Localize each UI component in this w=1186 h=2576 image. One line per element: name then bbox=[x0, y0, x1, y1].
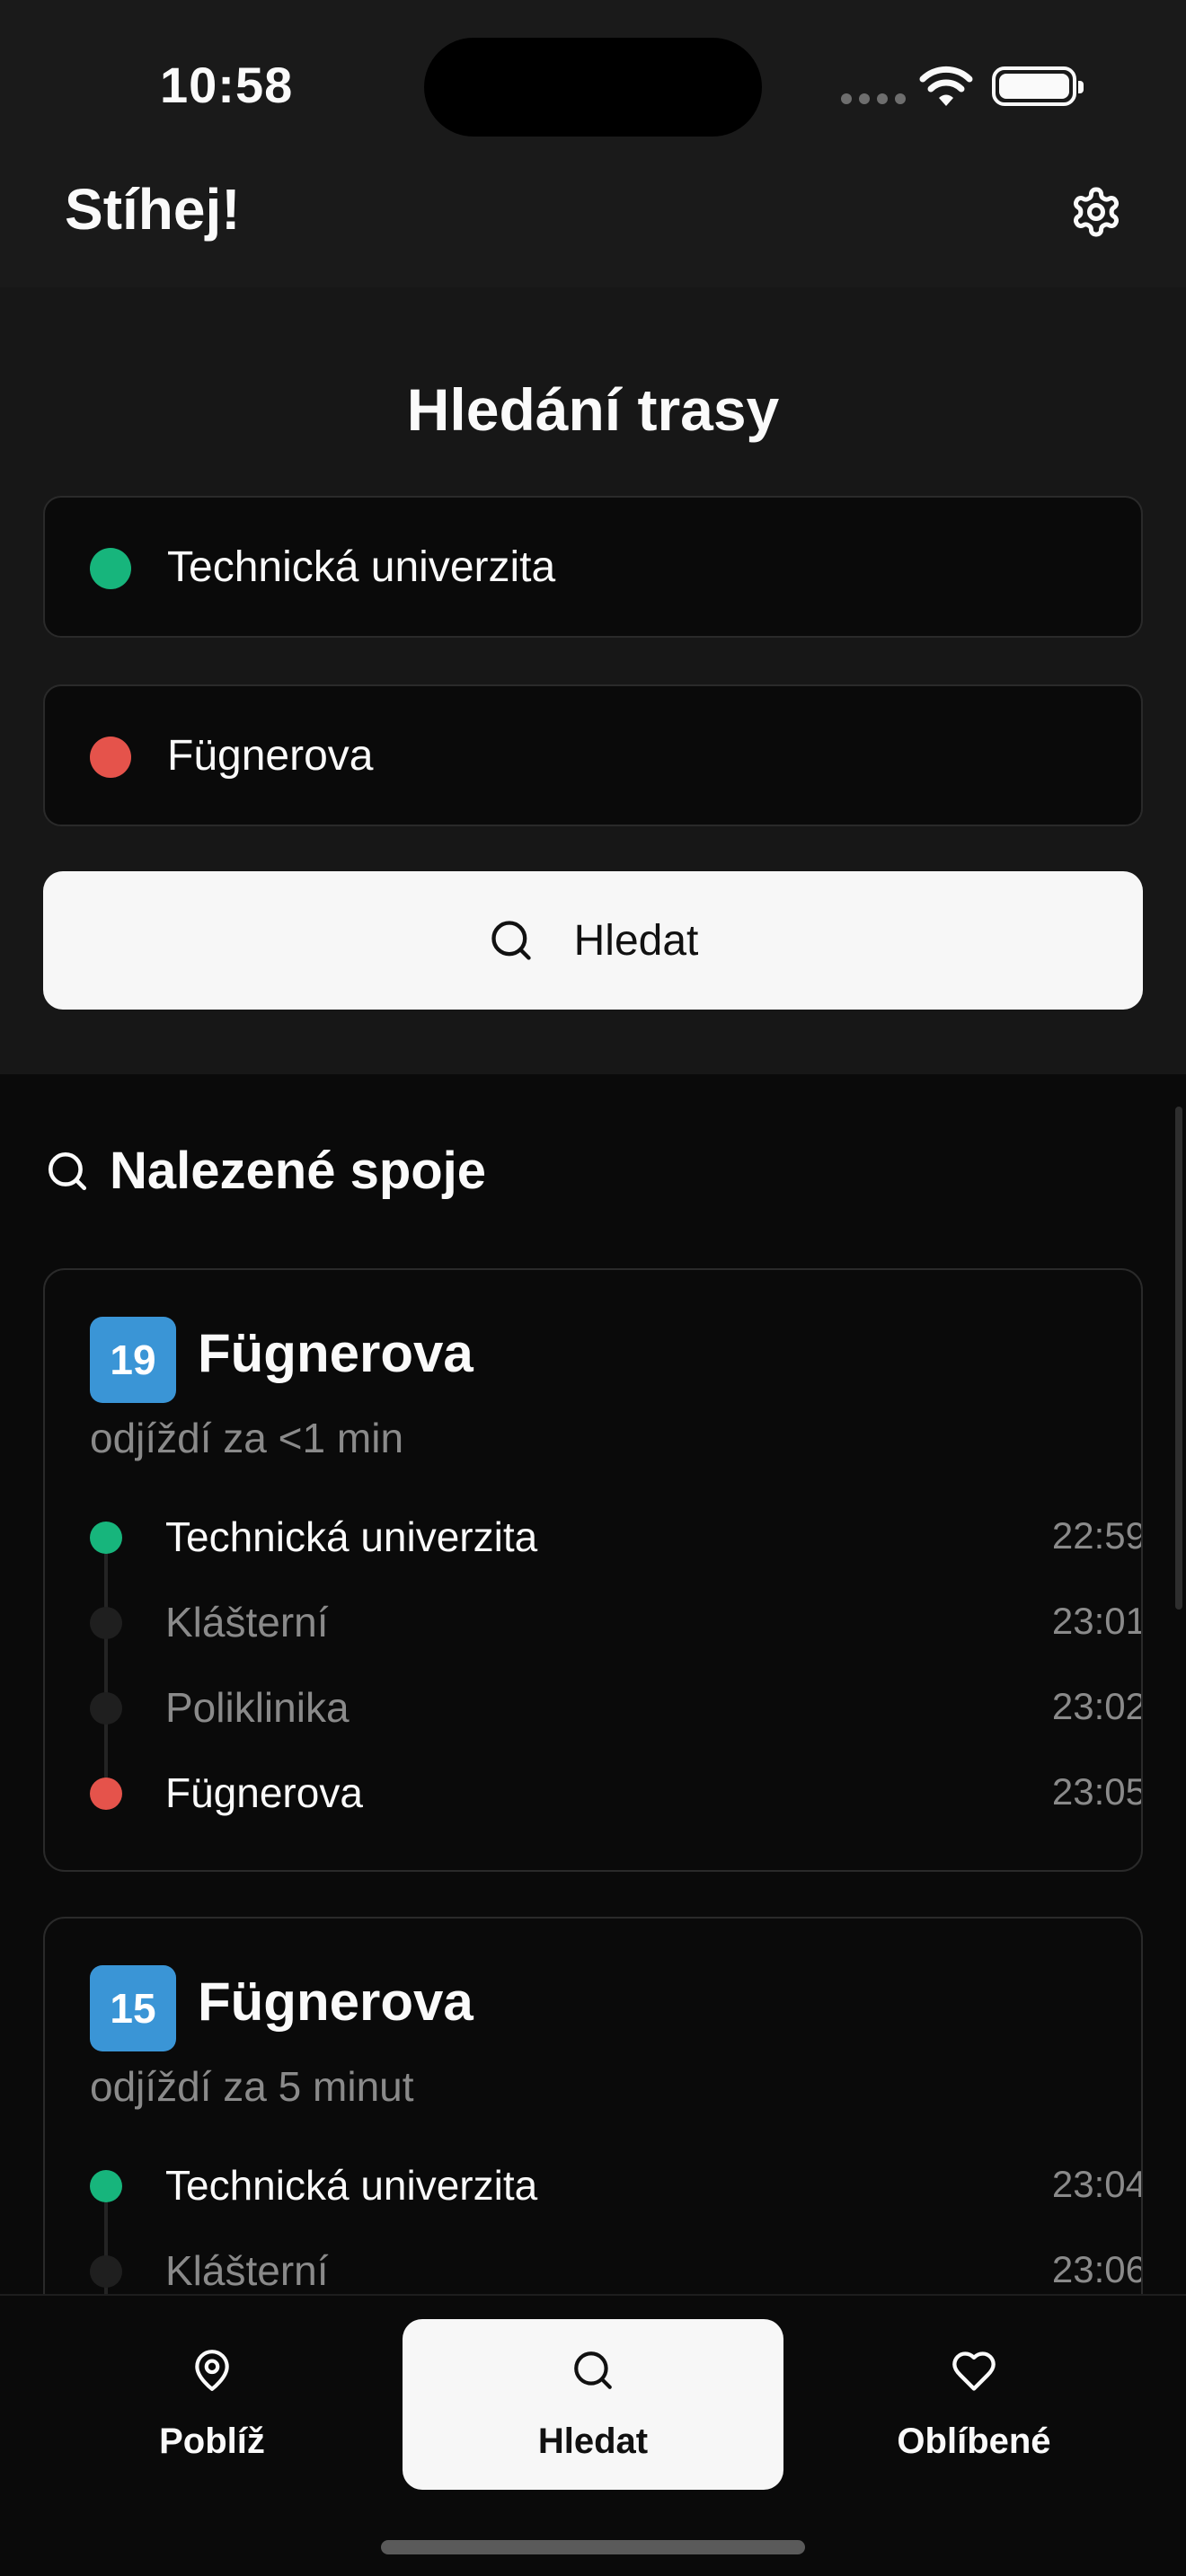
line-badge: 19 bbox=[90, 1317, 176, 1403]
stop-name: Klášterní bbox=[165, 1599, 329, 1645]
cellular-signal-icon bbox=[841, 93, 906, 104]
connection-destination: Fügnerova bbox=[198, 1323, 474, 1383]
destination-dot bbox=[90, 1778, 122, 1810]
stop-row: Technická univerzita 23:04 bbox=[90, 2154, 1143, 2272]
nav-item-favorites[interactable]: Oblíbené bbox=[783, 2319, 1164, 2490]
origin-dot bbox=[90, 548, 131, 589]
stop-time: 23:04 bbox=[1051, 2163, 1143, 2205]
stop-row: Fügnerova 23:05 bbox=[90, 1761, 1143, 1847]
origin-dot bbox=[90, 1522, 122, 1554]
search-icon bbox=[491, 921, 531, 960]
stop-name: Klášterní bbox=[165, 2247, 329, 2294]
heart-icon bbox=[952, 2351, 996, 2391]
home-indicator bbox=[381, 2540, 805, 2554]
stop-name: Technická univerzita bbox=[165, 1513, 538, 1560]
app-header: Stíhej! bbox=[0, 153, 1186, 287]
dynamic-island bbox=[424, 38, 762, 137]
wifi-icon bbox=[919, 66, 973, 106]
stop-name: Technická univerzita bbox=[165, 2162, 538, 2209]
search-icon bbox=[574, 2351, 612, 2389]
stop-time: 23:01 bbox=[1051, 1600, 1143, 1642]
search-button-label: Hledat bbox=[573, 916, 699, 965]
from-stop-field[interactable]: Technická univerzita bbox=[43, 496, 1143, 638]
departure-time-text: odjíždí za 5 minut bbox=[90, 2063, 414, 2110]
from-stop-value: Technická univerzita bbox=[167, 543, 556, 591]
status-bar: 10:58 bbox=[0, 0, 1186, 153]
stop-name: Poliklinika bbox=[165, 1684, 350, 1731]
stop-time: 23:02 bbox=[1051, 1685, 1143, 1727]
results-header: Nalezené spoje bbox=[45, 1141, 486, 1201]
search-button[interactable]: Hledat bbox=[43, 871, 1143, 1010]
stop-row: Klášterní 23:01 bbox=[90, 1591, 1143, 1708]
stop-name: Fügnerova bbox=[165, 1769, 363, 1816]
search-icon bbox=[48, 1151, 87, 1190]
to-stop-value: Fügnerova bbox=[167, 732, 374, 780]
status-time: 10:58 bbox=[160, 57, 294, 113]
gear-icon[interactable] bbox=[1069, 185, 1123, 239]
stop-dot bbox=[90, 1692, 122, 1725]
stop-row: Poliklinika 23:02 bbox=[90, 1676, 1143, 1794]
stop-time: 22:59 bbox=[1051, 1514, 1143, 1557]
app-title: Stíhej! bbox=[65, 177, 241, 242]
bottom-navigation: Poblíž Hledat Oblíbené bbox=[0, 2294, 1186, 2576]
nav-item-search[interactable]: Hledat bbox=[403, 2319, 783, 2490]
map-pin-icon bbox=[195, 2350, 229, 2391]
destination-dot bbox=[90, 737, 131, 778]
nav-item-label: Oblíbené bbox=[897, 2422, 1051, 2461]
nav-item-label: Poblíž bbox=[159, 2422, 265, 2461]
stop-list: Technická univerzita 22:59 Klášterní 23:… bbox=[90, 1505, 1143, 1847]
scrollbar[interactable] bbox=[1175, 1107, 1182, 1610]
connection-card[interactable]: 19 Fügnerova odjíždí za <1 min Technická… bbox=[43, 1268, 1143, 1872]
battery-icon bbox=[992, 66, 1084, 106]
line-badge: 15 bbox=[90, 1965, 176, 2051]
stop-time: 23:06 bbox=[1051, 2248, 1143, 2290]
stop-dot bbox=[90, 1607, 122, 1639]
stop-row: Technická univerzita 22:59 bbox=[90, 1505, 1143, 1623]
stop-time: 23:05 bbox=[1051, 1770, 1143, 1813]
nav-item-nearby[interactable]: Poblíž bbox=[22, 2319, 403, 2490]
departure-time-text: odjíždí za <1 min bbox=[90, 1415, 404, 1461]
route-search-title: Hledání trasy bbox=[406, 376, 780, 443]
to-stop-field[interactable]: Fügnerova bbox=[43, 684, 1143, 826]
origin-dot bbox=[90, 2170, 122, 2202]
route-search-panel: Hledání trasy Technická univerzita Fügne… bbox=[0, 287, 1186, 1074]
results-title: Nalezené spoje bbox=[110, 1142, 487, 1200]
connection-destination: Fügnerova bbox=[198, 1972, 474, 2032]
stop-dot bbox=[90, 2255, 122, 2288]
nav-item-label: Hledat bbox=[537, 2422, 649, 2461]
